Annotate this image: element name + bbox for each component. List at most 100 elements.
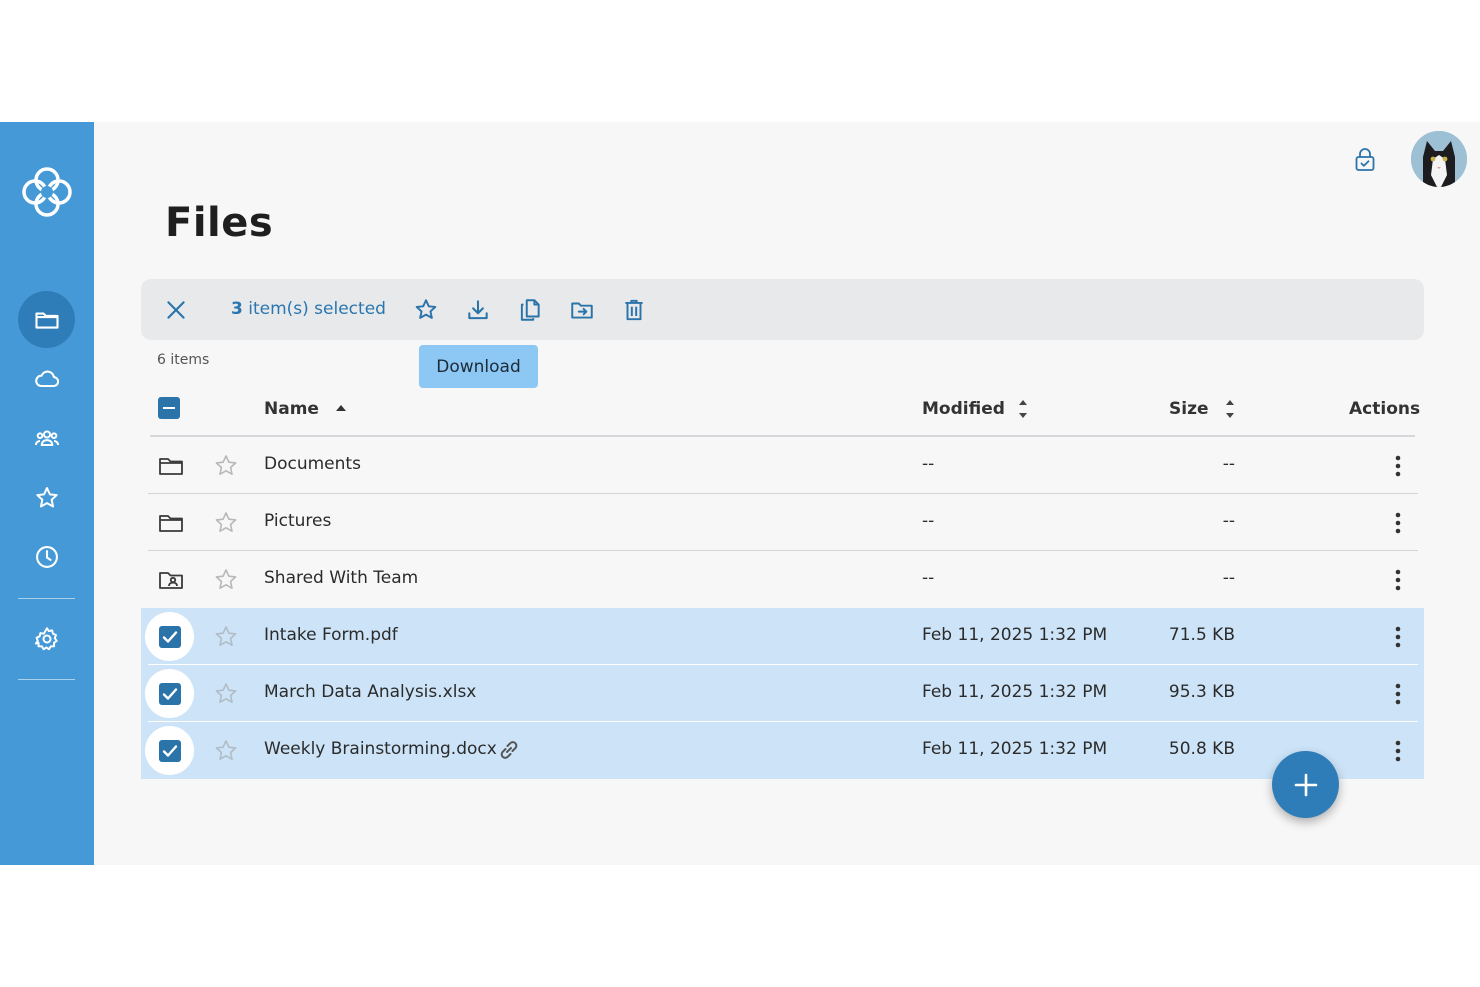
- sidebar-item-shared[interactable]: [18, 409, 75, 466]
- star-icon: [35, 486, 58, 508]
- column-header-modified[interactable]: Modified: [922, 399, 1005, 419]
- star-icon[interactable]: [212, 737, 240, 765]
- row-actions-button[interactable]: [1384, 565, 1412, 595]
- modified-date: Feb 11, 2025 1:32 PM: [922, 682, 1108, 702]
- file-name[interactable]: Weekly Brainstorming.docx: [264, 739, 497, 759]
- sidebar-item-recent[interactable]: [18, 528, 75, 585]
- modified-date: --: [922, 511, 935, 531]
- more-vertical-icon: [1395, 569, 1401, 591]
- file-name[interactable]: Pictures: [264, 511, 331, 531]
- table-row[interactable]: Shared With Team -- --: [141, 551, 1424, 608]
- table-row-selected[interactable]: Weekly Brainstorming.docx Feb 11, 2025 1…: [141, 722, 1424, 779]
- file-name[interactable]: Documents: [264, 454, 361, 474]
- file-name[interactable]: March Data Analysis.xlsx: [264, 682, 476, 702]
- sidebar-divider: [18, 598, 75, 599]
- avatar[interactable]: [1411, 131, 1467, 187]
- sidebar-item-cloud[interactable]: [18, 350, 75, 407]
- row-actions-button[interactable]: [1384, 622, 1412, 652]
- table-row-selected[interactable]: Intake Form.pdf Feb 11, 2025 1:32 PM 71.…: [141, 608, 1424, 665]
- gear-icon: [34, 626, 58, 650]
- more-vertical-icon: [1395, 683, 1401, 705]
- copy-icon: [520, 299, 540, 321]
- selection-count: 3 item(s) selected: [231, 299, 386, 319]
- modified-date: --: [922, 454, 935, 474]
- folder-move-icon: [571, 302, 593, 319]
- select-all-checkbox[interactable]: [158, 397, 180, 419]
- row-checkbox[interactable]: [145, 726, 194, 775]
- move-button[interactable]: [565, 293, 599, 327]
- file-size: --: [1222, 568, 1235, 588]
- link-icon[interactable]: [495, 736, 523, 764]
- sidebar-item-favorites[interactable]: [18, 469, 75, 526]
- sort-icon[interactable]: [1016, 397, 1030, 421]
- file-size: 71.5 KB: [1168, 625, 1235, 645]
- table-row[interactable]: Pictures -- --: [141, 494, 1424, 551]
- checkmark-icon: [162, 630, 177, 643]
- star-icon[interactable]: [212, 680, 240, 708]
- column-header-actions: Actions: [1349, 399, 1421, 419]
- logo-icon[interactable]: [17, 162, 77, 222]
- download-tooltip: Download: [419, 345, 538, 388]
- checkmark-icon: [162, 744, 177, 757]
- plus-icon: [1294, 773, 1317, 796]
- row-checkbox[interactable]: [145, 669, 194, 718]
- sidebar: [0, 122, 94, 865]
- clock-icon: [35, 545, 58, 568]
- selection-toolbar: 3 item(s) selected: [141, 279, 1424, 340]
- modified-date: --: [922, 568, 935, 588]
- star-icon: [415, 299, 437, 319]
- clear-selection-button[interactable]: [159, 293, 193, 327]
- more-vertical-icon: [1395, 455, 1401, 477]
- sort-ascending-icon[interactable]: [334, 403, 348, 413]
- selection-count-label: item(s) selected: [248, 299, 386, 319]
- folder-icon: [159, 458, 183, 475]
- cloud-icon: [34, 370, 59, 387]
- trash-icon: [625, 299, 643, 321]
- page-title: Files: [165, 200, 274, 246]
- selection-count-number: 3: [231, 299, 243, 319]
- row-actions-button[interactable]: [1384, 451, 1412, 481]
- row-checkbox[interactable]: [145, 612, 194, 661]
- file-name[interactable]: Intake Form.pdf: [264, 625, 398, 645]
- file-size: 95.3 KB: [1168, 682, 1235, 702]
- shared-folder-icon: [159, 572, 183, 589]
- checkmark-icon: [162, 687, 177, 700]
- delete-button[interactable]: [617, 293, 651, 327]
- favorite-button[interactable]: [409, 293, 443, 327]
- file-size: 50.8 KB: [1168, 739, 1235, 759]
- modified-date: Feb 11, 2025 1:32 PM: [922, 625, 1108, 645]
- download-button[interactable]: [461, 293, 495, 327]
- file-name[interactable]: Shared With Team: [264, 568, 418, 588]
- items-count: 6 items: [157, 352, 210, 368]
- lock-check-icon[interactable]: [1350, 144, 1380, 176]
- copy-button[interactable]: [513, 293, 547, 327]
- sidebar-divider: [18, 679, 75, 680]
- star-icon[interactable]: [212, 452, 240, 480]
- modified-date: Feb 11, 2025 1:32 PM: [922, 739, 1108, 759]
- star-icon[interactable]: [212, 623, 240, 651]
- row-actions-button[interactable]: [1384, 736, 1412, 766]
- more-vertical-icon: [1395, 512, 1401, 534]
- sidebar-item-settings[interactable]: [18, 610, 75, 667]
- folder-icon: [34, 312, 59, 329]
- table-row[interactable]: Documents -- --: [141, 437, 1424, 494]
- people-icon: [34, 429, 59, 446]
- sort-icon[interactable]: [1223, 397, 1237, 421]
- row-actions-button[interactable]: [1384, 508, 1412, 538]
- app-window: Files 3 item(s) selected Download 6 item…: [0, 122, 1480, 865]
- download-icon: [468, 300, 488, 320]
- file-size: --: [1222, 511, 1235, 531]
- row-actions-button[interactable]: [1384, 679, 1412, 709]
- table-row-selected[interactable]: March Data Analysis.xlsx Feb 11, 2025 1:…: [141, 665, 1424, 722]
- more-vertical-icon: [1395, 626, 1401, 648]
- close-icon: [167, 301, 185, 319]
- indeterminate-icon: [163, 406, 175, 410]
- column-header-name[interactable]: Name: [264, 399, 319, 419]
- more-vertical-icon: [1395, 740, 1401, 762]
- star-icon[interactable]: [212, 509, 240, 537]
- add-new-button[interactable]: [1272, 751, 1339, 818]
- star-icon[interactable]: [212, 566, 240, 594]
- folder-icon: [159, 515, 183, 532]
- sidebar-item-files[interactable]: [18, 291, 75, 348]
- column-header-size[interactable]: Size: [1169, 399, 1209, 419]
